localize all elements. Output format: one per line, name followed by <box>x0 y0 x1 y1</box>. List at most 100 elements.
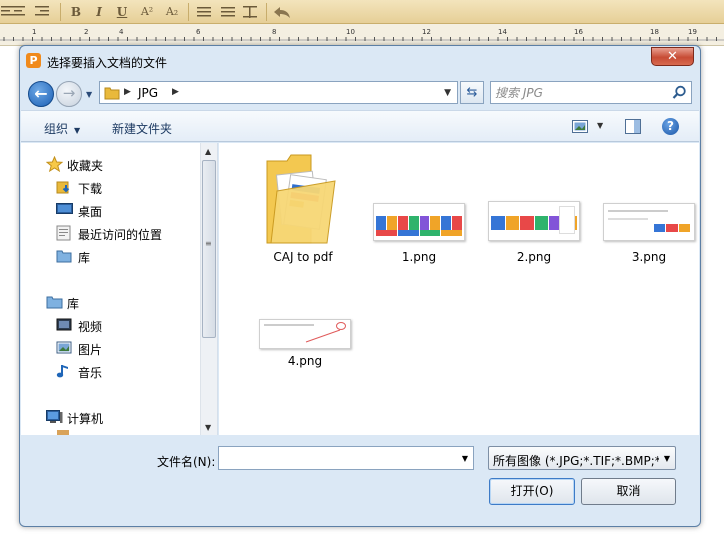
new-folder-button[interactable]: 新建文件夹 <box>112 120 172 137</box>
ruler-number: 1 <box>32 28 37 36</box>
nav-item-videos[interactable]: 视频 <box>21 315 201 335</box>
ruler-number: 2 <box>84 28 89 36</box>
file-item-image[interactable]: 2.png <box>484 151 584 271</box>
nav-item-label: 音乐 <box>78 366 103 380</box>
dialog-titlebar[interactable]: P 选择要插入文档的文件 ✕ <box>20 46 700 76</box>
ruler-number: 19 <box>688 28 697 36</box>
subscript-button[interactable]: A₂ <box>162 3 182 21</box>
underline-button[interactable]: U <box>112 3 132 21</box>
star-icon <box>46 156 63 172</box>
open-button[interactable]: 打开(O) <box>489 478 575 505</box>
list-icon[interactable] <box>194 3 214 21</box>
ruler-number: 16 <box>574 28 583 36</box>
view-options-icon[interactable] <box>572 120 588 133</box>
scroll-down-icon[interactable]: ▼ <box>205 423 211 432</box>
search-box[interactable] <box>490 81 692 104</box>
preview-pane-icon[interactable] <box>625 119 641 134</box>
justify-icon[interactable] <box>218 3 238 21</box>
align-right-icon[interactable] <box>32 3 52 21</box>
distribute-icon[interactable] <box>240 3 260 21</box>
filetype-value: 所有图像 (*.JPG;*.TIF;*.BMP;*.I <box>493 454 659 468</box>
nav-computer-label: 计算机 <box>67 412 104 426</box>
folder-icon <box>104 87 120 100</box>
nav-libraries[interactable]: 库 <box>21 292 201 312</box>
nav-item-pictures[interactable]: 图片 <box>21 338 201 358</box>
breadcrumb-chevron-icon[interactable]: ▶ <box>172 87 179 97</box>
file-item-folder[interactable]: CAJ to pdf <box>243 151 363 271</box>
nav-computer[interactable]: 计算机 <box>21 407 201 427</box>
close-button[interactable]: ✕ <box>651 47 694 66</box>
nav-item-music[interactable]: 音乐 <box>21 361 201 381</box>
chevron-down-icon: ▼ <box>74 126 81 135</box>
recent-pages-dropdown[interactable]: ▼ <box>86 90 92 99</box>
align-center-icon[interactable] <box>8 3 28 21</box>
app-icon: P <box>26 53 41 68</box>
view-options-dropdown[interactable]: ▼ <box>597 121 603 130</box>
nav-item-downloads[interactable]: 下载 <box>21 177 201 197</box>
undo-icon[interactable] <box>272 3 292 21</box>
cancel-button[interactable]: 取消 <box>581 478 676 505</box>
address-bar[interactable]: ▶ JPG ▶ ▼ <box>99 81 458 104</box>
nav-item-label: 桌面 <box>78 205 103 219</box>
refresh-button[interactable]: ⇆ <box>460 81 484 104</box>
search-input[interactable] <box>493 83 663 102</box>
ruler-number: 18 <box>650 28 659 36</box>
scrollbar-thumb[interactable] <box>202 160 216 338</box>
file-name: 3.png <box>631 250 667 264</box>
superscript-button[interactable]: A² <box>137 3 157 21</box>
nav-favorites-label: 收藏夹 <box>67 159 104 173</box>
breadcrumb-item[interactable]: JPG <box>138 86 158 100</box>
computer-icon <box>46 410 63 423</box>
bold-button[interactable]: B <box>66 3 86 21</box>
file-name: 2.png <box>516 250 552 264</box>
image-thumbnail <box>373 203 465 241</box>
nav-item-label: 最近访问的位置 <box>78 228 163 242</box>
scroll-up-icon[interactable]: ▲ <box>205 147 211 156</box>
nav-item-recent-places[interactable]: 最近访问的位置 <box>21 223 201 243</box>
search-icon[interactable] <box>672 85 687 100</box>
chevron-down-icon[interactable]: ▼ <box>462 454 468 463</box>
filename-input[interactable] <box>222 449 447 467</box>
downloads-folder-icon <box>56 181 70 194</box>
arrow-left-icon: ← <box>34 84 48 103</box>
image-thumbnail <box>603 203 695 241</box>
filename-combobox[interactable]: ▼ <box>218 446 474 470</box>
image-thumbnail <box>488 201 580 241</box>
back-button[interactable]: ← <box>28 81 54 107</box>
nav-scrollbar[interactable]: ▲ ≡ ▼ <box>200 143 217 435</box>
file-list: CAJ to pdf 1.png 2.png 3.png 4.png <box>219 143 699 435</box>
help-icon[interactable]: ? <box>662 118 679 135</box>
file-item-image[interactable]: 4.png <box>255 313 355 378</box>
ruler-number: 4 <box>119 28 124 36</box>
nav-item-library-shortcut[interactable]: 库 <box>21 246 201 266</box>
navigation-pane: 收藏夹 下载 桌面 最近访问的位置 库 库 视频 图片 音乐 计算机 <box>21 143 218 435</box>
nav-favorites[interactable]: 收藏夹 <box>21 154 201 174</box>
filetype-select[interactable]: 所有图像 (*.JPG;*.TIF;*.BMP;*.I ▼ <box>488 446 676 470</box>
command-bar: 组织 ▼ 新建文件夹 ▼ ? <box>21 110 699 142</box>
organize-menu[interactable]: 组织 ▼ <box>44 120 80 137</box>
file-name: 1.png <box>401 250 437 264</box>
desktop-icon <box>56 203 73 214</box>
file-item-image[interactable]: 1.png <box>369 151 469 271</box>
nav-item-desktop[interactable]: 桌面 <box>21 200 201 220</box>
ruler-number: 6 <box>196 28 201 36</box>
chevron-down-icon[interactable]: ▼ <box>664 454 670 463</box>
arrow-right-icon: → <box>62 84 76 102</box>
music-library-icon <box>56 365 68 378</box>
nav-item-label: 下载 <box>78 182 103 196</box>
breadcrumb-chevron-icon[interactable]: ▶ <box>124 87 131 97</box>
nav-item-label: 库 <box>78 251 91 265</box>
file-item-image[interactable]: 3.png <box>599 151 699 271</box>
library-icon <box>46 296 63 309</box>
video-library-icon <box>56 318 72 331</box>
library-icon <box>56 250 72 263</box>
ruler: 1 2 4 6 8 10 12 14 16 18 19 <box>0 24 724 46</box>
file-name: 4.png <box>287 354 323 368</box>
dialog-title: 选择要插入文档的文件 <box>47 56 168 70</box>
scroll-grip-icon: ≡ <box>205 239 212 248</box>
ruler-number: 10 <box>346 28 355 36</box>
forward-button[interactable]: → <box>56 81 82 107</box>
address-history-dropdown[interactable]: ▼ <box>444 88 451 98</box>
italic-button[interactable]: I <box>89 3 109 21</box>
nav-libraries-label: 库 <box>67 297 80 311</box>
